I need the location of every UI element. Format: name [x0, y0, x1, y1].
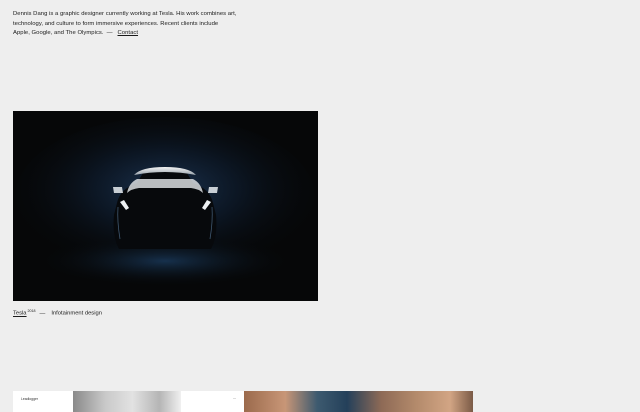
- caption-dash: —: [39, 310, 46, 317]
- intro-text: Dennis Dang is a graphic designer curren…: [13, 10, 253, 39]
- thumbnail-more-icon: ···: [232, 397, 236, 401]
- project-thumbnail-left[interactable]: Leadlogger ···: [13, 391, 244, 412]
- project-description: Infotainment design: [51, 310, 102, 317]
- intro-line-3-text: Apple, Google, and The Olympics.: [13, 30, 104, 37]
- thumbnail-title: Leadlogger: [21, 397, 38, 401]
- tesla-hero-image[interactable]: [13, 111, 318, 301]
- project-thumbnails: Leadlogger ···: [13, 391, 473, 412]
- portrait-photo: [73, 391, 181, 412]
- car-silhouette-illustration: [13, 111, 318, 301]
- intro-line-2: technology, and culture to form immersiv…: [13, 20, 219, 27]
- portfolio-page: Dennis Dang is a graphic designer curren…: [0, 0, 640, 412]
- intro-dash: —: [106, 30, 113, 37]
- contact-link[interactable]: Contact: [118, 30, 139, 36]
- intro-line-1: Dennis Dang is a graphic designer curren…: [13, 11, 237, 17]
- hero-caption: Tesla2018— Infotainment design: [13, 307, 102, 319]
- tesla-project-link[interactable]: Tesla: [13, 311, 27, 317]
- intro-line-3: Apple, Google, and The Olympics. — Contact: [13, 29, 253, 39]
- project-year: 2018: [27, 309, 36, 313]
- project-thumbnail-right[interactable]: [244, 391, 473, 412]
